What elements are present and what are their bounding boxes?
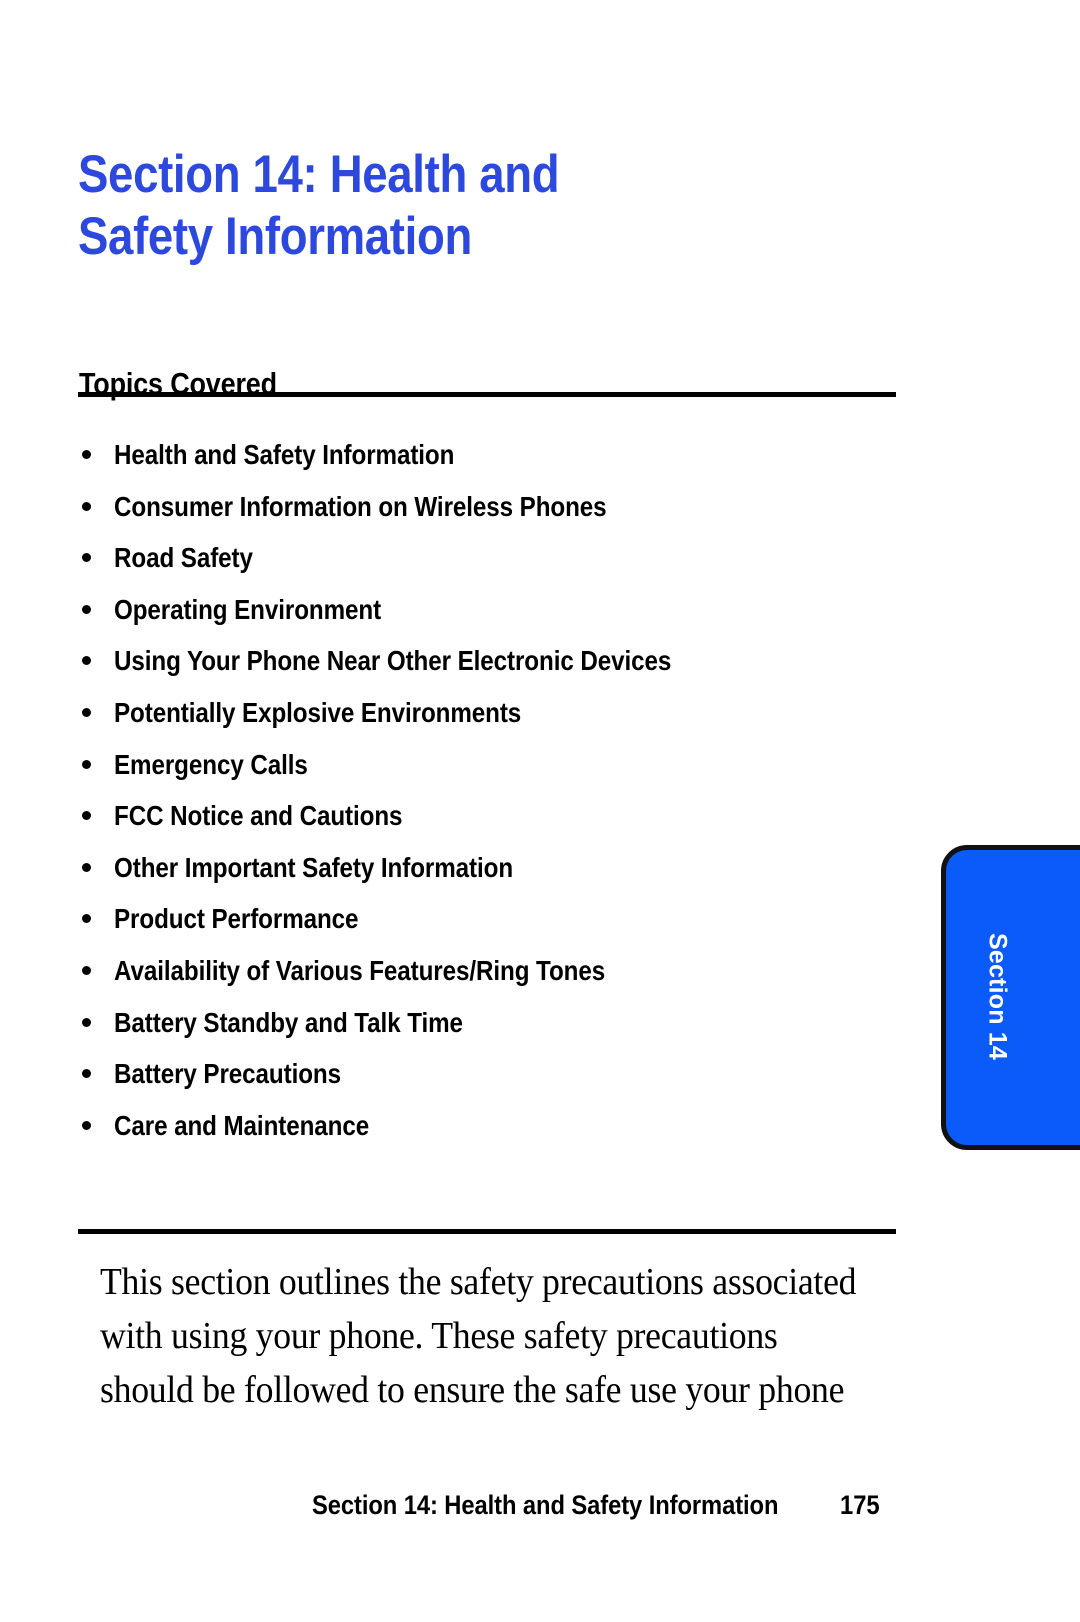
list-item: Care and Maintenance — [78, 1105, 908, 1157]
list-item-label: Potentially Explosive Environments — [114, 696, 522, 728]
list-item-label: Emergency Calls — [114, 748, 308, 780]
bullet-icon — [82, 811, 91, 821]
bullet-icon — [82, 501, 91, 511]
bullet-icon — [82, 914, 91, 924]
bullet-icon — [82, 656, 91, 666]
page-title: Section 14: Health and Safety Informatio… — [78, 144, 560, 266]
bullet-icon — [82, 759, 91, 769]
list-item: Operating Environment — [78, 589, 908, 641]
list-item-label: Health and Safety Information — [114, 439, 455, 470]
list-item-label: Care and Maintenance — [114, 1109, 370, 1141]
list-item: Health and Safety Information — [78, 434, 908, 486]
list-item: Battery Precautions — [78, 1053, 908, 1105]
list-item-label: Product Performance — [114, 903, 359, 935]
list-item: Emergency Calls — [78, 744, 908, 796]
footer-section-title: Section 14: Health and Safety Informatio… — [312, 1490, 779, 1520]
list-item: Road Safety — [78, 537, 908, 589]
list-item-label: Road Safety — [114, 542, 253, 574]
list-item: Consumer Information on Wireless Phones — [78, 486, 908, 538]
section-thumb-tab: Section 14 — [941, 845, 1080, 1150]
bullet-icon — [82, 1069, 91, 1079]
intro-paragraph: This section outlines the safety precaut… — [100, 1261, 857, 1411]
list-item: FCC Notice and Cautions — [78, 795, 908, 847]
footer-page-number: 175 — [840, 1490, 880, 1520]
list-item-label: Other Important Safety Information — [114, 851, 514, 883]
list-item: Potentially Explosive Environments — [78, 692, 908, 744]
bullet-icon — [82, 604, 91, 614]
list-item: Product Performance — [78, 898, 908, 950]
list-item-label: FCC Notice and Cautions — [114, 800, 403, 832]
page-footer: Section 14: Health and Safety Informatio… — [0, 1490, 1080, 1536]
bullet-icon — [82, 553, 91, 563]
bullet-icon — [82, 450, 91, 459]
topics-list: Health and Safety Information Consumer I… — [78, 434, 908, 1156]
manual-page: Section 14: Health and Safety Informatio… — [0, 0, 1080, 1622]
list-item-label: Battery Precautions — [114, 1058, 341, 1090]
list-item-label: Consumer Information on Wireless Phones — [114, 490, 607, 522]
list-item: Other Important Safety Information — [78, 847, 908, 899]
bullet-icon — [82, 1017, 91, 1027]
list-item: Battery Standby and Talk Time — [78, 1002, 908, 1054]
list-item: Using Your Phone Near Other Electronic D… — [78, 640, 908, 692]
divider-bottom — [78, 1229, 896, 1234]
bullet-icon — [82, 707, 91, 717]
bullet-icon — [82, 965, 91, 975]
divider-top — [78, 392, 896, 397]
list-item-label: Operating Environment — [114, 593, 382, 625]
bullet-icon — [82, 1120, 91, 1130]
list-item-label: Availability of Various Features/Ring To… — [114, 954, 606, 986]
list-item-label: Battery Standby and Talk Time — [114, 1006, 463, 1038]
list-item: Availability of Various Features/Ring To… — [78, 950, 908, 1002]
section-thumb-tab-label: Section 14 — [983, 932, 1012, 1061]
list-item-label: Using Your Phone Near Other Electronic D… — [114, 645, 672, 677]
bullet-icon — [82, 862, 91, 872]
